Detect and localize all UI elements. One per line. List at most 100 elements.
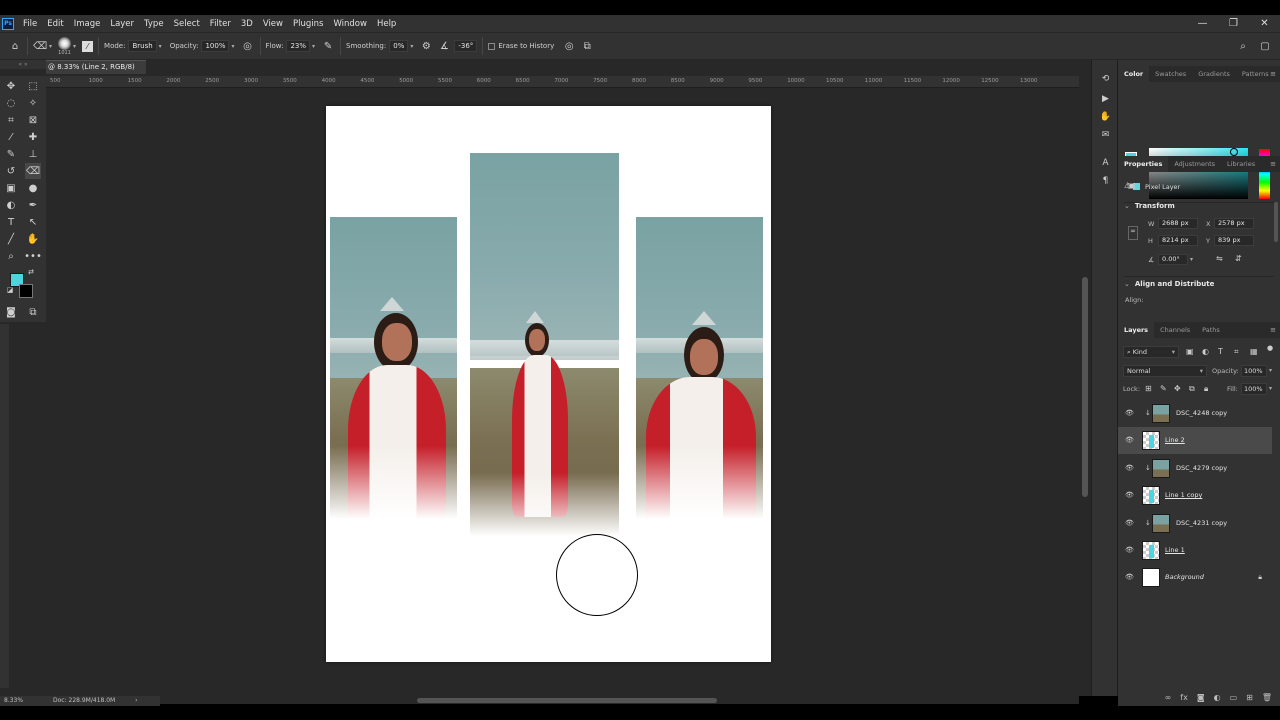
tab-properties[interactable]: Properties <box>1118 156 1169 172</box>
menu-filter[interactable]: Filter <box>205 19 236 29</box>
menu-layer[interactable]: Layer <box>105 19 139 29</box>
layer-row[interactable]: 👁︎ ↓ DSC_4231 copy <box>1118 510 1272 537</box>
blur-tool-icon[interactable]: ● <box>25 180 41 196</box>
line-tool-icon[interactable]: ╱ <box>3 231 19 247</box>
tab-paths[interactable]: Paths <box>1196 322 1226 338</box>
layer-row[interactable]: 👁︎ Line 2 <box>1118 427 1272 455</box>
document-tab[interactable]: @ 8.33% (Line 2, RGB/8) *× <box>46 60 146 84</box>
fill-input[interactable]: 100% <box>1241 383 1267 395</box>
delete-layer-icon[interactable]: 🗑︎ <box>1262 693 1272 702</box>
lock-image-icon[interactable]: ✎ <box>1160 384 1167 393</box>
flow-input[interactable]: 23% <box>286 40 311 52</box>
vertical-scrollbar[interactable] <box>1079 76 1091 692</box>
menu-help[interactable]: Help <box>372 19 401 29</box>
menu-image[interactable]: Image <box>69 19 106 29</box>
tab-swatches[interactable]: Swatches <box>1149 66 1192 82</box>
home-icon[interactable]: ⌂ <box>8 39 22 53</box>
eraser-tool-icon[interactable]: ⌫ <box>25 163 41 179</box>
document-canvas[interactable] <box>326 106 771 662</box>
move-tool-icon[interactable]: ✥ <box>3 78 19 94</box>
pen-tool-icon[interactable]: ✒ <box>25 197 41 213</box>
more-tools-icon[interactable]: ••• <box>24 248 42 264</box>
add-mask-icon[interactable]: ◙ <box>1197 693 1205 702</box>
mode-chevron-icon[interactable]: ▾ <box>159 43 162 50</box>
properties-scroll-thumb[interactable] <box>1274 202 1278 242</box>
adjustment-layer-icon[interactable]: ◐ <box>1214 693 1221 702</box>
new-layer-icon[interactable]: ⊞ <box>1246 693 1253 702</box>
vertical-scroll-thumb[interactable] <box>1082 277 1088 497</box>
filter-pixel-icon[interactable]: ▣ <box>1186 347 1194 356</box>
screen-mode-icon[interactable]: ⧉ <box>25 304 41 320</box>
blend-mode-select[interactable]: Normal ▾ <box>1123 365 1207 377</box>
visibility-eye-icon[interactable]: 👁︎ <box>1125 464 1134 472</box>
search-icon[interactable]: ⌕ <box>1236 39 1250 53</box>
layer-style-icon[interactable]: fx <box>1180 693 1188 702</box>
filter-type-icon[interactable]: T <box>1218 347 1223 356</box>
fill-chevron-icon[interactable]: ▾ <box>1269 385 1272 392</box>
new-group-icon[interactable]: ▭ <box>1230 693 1238 702</box>
layer-opacity-chevron-icon[interactable]: ▾ <box>1269 367 1272 374</box>
visibility-eye-icon[interactable]: 👁︎ <box>1125 546 1134 554</box>
eraser-tool-icon[interactable]: ⌫ <box>33 39 47 53</box>
tab-gradients[interactable]: Gradients <box>1192 66 1236 82</box>
airbrush-icon[interactable]: ✎ <box>321 39 335 53</box>
workspace-icon[interactable]: ▢ <box>1258 39 1272 53</box>
layer-row[interactable]: 👁︎ Line 1 copy <box>1118 482 1272 509</box>
angle-chevron-icon[interactable]: ▾ <box>1190 256 1193 263</box>
tools-collapse-handle[interactable]: « » <box>0 60 46 69</box>
menu-window[interactable]: Window <box>328 19 372 29</box>
lock-artboard-icon[interactable]: ⧉ <box>1189 384 1195 394</box>
flip-vertical-icon[interactable]: ⇵ <box>1235 254 1242 263</box>
zoom-tool-icon[interactable]: ⌕ <box>3 248 19 264</box>
smoothing-chevron-icon[interactable]: ▾ <box>410 43 413 50</box>
menu-type[interactable]: Type <box>139 19 169 29</box>
layer-opacity-input[interactable]: 100% <box>1241 365 1267 377</box>
color-panel-menu-icon[interactable]: ≡ <box>1270 70 1276 78</box>
tool-preset-chevron-icon[interactable]: ▾ <box>49 43 52 50</box>
mode-select[interactable]: Brush <box>128 40 157 52</box>
layer-row[interactable]: 👁︎ Line 1 <box>1118 537 1272 564</box>
menu-3d[interactable]: 3D <box>236 19 258 29</box>
lock-transparent-icon[interactable]: ⊞ <box>1145 384 1152 393</box>
x-input[interactable]: 2578 px <box>1214 218 1254 229</box>
swap-colors-icon[interactable]: ⇄ <box>26 267 36 277</box>
menu-view[interactable]: View <box>258 19 288 29</box>
comments-panel-icon[interactable]: ✉ <box>1099 129 1112 142</box>
character-panel-icon[interactable]: A <box>1099 157 1112 170</box>
opacity-input[interactable]: 100% <box>201 40 230 52</box>
filter-shape-icon[interactable]: ⌗ <box>1234 347 1239 357</box>
visibility-eye-icon[interactable]: 👁︎ <box>1125 409 1134 417</box>
horizontal-scrollbar[interactable] <box>160 696 1079 704</box>
menu-select[interactable]: Select <box>169 19 205 29</box>
horizontal-scroll-thumb[interactable] <box>417 698 717 703</box>
marquee-tool-icon[interactable]: ⬚ <box>25 78 41 94</box>
flip-horizontal-icon[interactable]: ⇋ <box>1216 254 1223 263</box>
crop-tool-icon[interactable]: ⌗ <box>3 112 19 128</box>
layer-row[interactable]: 👁︎ ↓ DSC_4279 copy <box>1118 455 1272 482</box>
hand-tool-icon[interactable]: ✋ <box>25 231 41 247</box>
menu-plugins[interactable]: Plugins <box>288 19 328 29</box>
smoothing-gear-icon[interactable]: ⚙ <box>419 39 433 53</box>
rotate-angle-input[interactable]: 0.00° <box>1158 254 1188 265</box>
eyedropper-tool-icon[interactable]: ⁄ <box>3 129 19 145</box>
color-picker-handle[interactable] <box>1230 148 1238 156</box>
actions-panel-icon[interactable]: ▶ <box>1099 93 1112 106</box>
visibility-eye-icon[interactable]: 👁︎ <box>1125 491 1134 499</box>
layers-panel-menu-icon[interactable]: ≡ <box>1270 326 1276 334</box>
menu-file[interactable]: File <box>18 19 42 29</box>
close-button[interactable]: ✕ <box>1249 15 1280 32</box>
history-panel-icon[interactable]: ⟲ <box>1099 73 1112 86</box>
filter-toggle-icon[interactable]: ● <box>1267 344 1273 352</box>
layer-row[interactable]: 👁︎ ↓ DSC_4248 copy <box>1118 400 1272 427</box>
status-chevron-icon[interactable]: › <box>135 697 137 704</box>
filter-smart-object-icon[interactable]: ▦ <box>1250 347 1258 356</box>
minimize-button[interactable]: — <box>1187 15 1218 32</box>
tab-patterns[interactable]: Patterns <box>1236 66 1275 82</box>
frame-tool-icon[interactable]: ⊠ <box>25 112 41 128</box>
menu-edit[interactable]: Edit <box>42 19 68 29</box>
visibility-eye-icon[interactable]: 👁︎ <box>1125 436 1134 444</box>
learn-panel-icon[interactable]: ✋ <box>1099 111 1112 124</box>
quick-selection-tool-icon[interactable]: ✧ <box>25 95 41 111</box>
width-input[interactable]: 2688 px <box>1158 218 1198 229</box>
visibility-eye-icon[interactable]: 👁︎ <box>1125 519 1134 527</box>
